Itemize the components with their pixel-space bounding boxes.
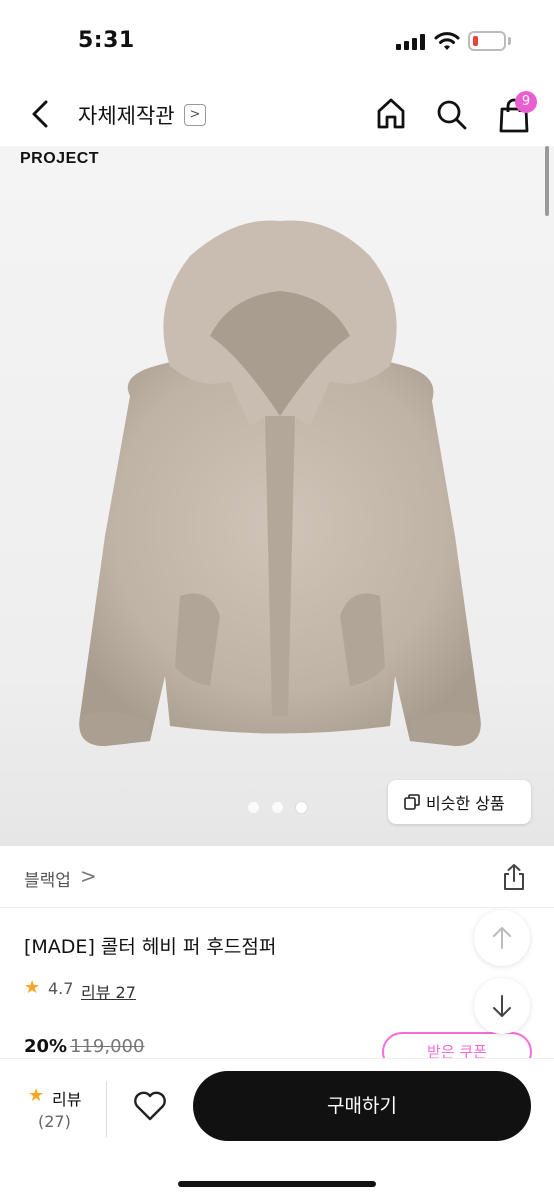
chevron-right-icon[interactable]: > <box>184 104 206 126</box>
copy-icon <box>404 794 420 810</box>
brand-name[interactable]: 블랙업 <box>24 866 71 891</box>
divider <box>106 1081 107 1137</box>
wifi-icon <box>434 32 460 50</box>
cart-count-badge: 9 <box>515 91 537 113</box>
search-icon[interactable] <box>434 96 468 132</box>
carousel-dot[interactable] <box>248 802 259 813</box>
scroll-to-top-button[interactable] <box>474 910 530 966</box>
similar-products-label: 비슷한 상품 <box>426 794 505 813</box>
battery-cap <box>508 37 511 45</box>
back-arrow-icon[interactable] <box>24 96 58 132</box>
carousel-dot[interactable] <box>272 802 283 813</box>
review-link[interactable]: 리뷰 27 <box>81 979 136 1003</box>
home-indicator <box>178 1181 376 1187</box>
product-title: [MADE] 콜터 헤비 퍼 후드점퍼 <box>24 936 277 958</box>
chevron-right-icon[interactable]: > <box>80 864 97 888</box>
arrow-up-icon <box>493 927 511 949</box>
original-price: 119,000 <box>70 1036 145 1057</box>
home-icon[interactable] <box>374 96 408 132</box>
share-icon[interactable] <box>500 862 528 892</box>
star-icon: ★ <box>24 977 41 998</box>
buy-button[interactable]: 구매하기 <box>193 1071 531 1141</box>
brand-row[interactable]: 블랙업 > <box>0 846 554 908</box>
carousel-pagination[interactable] <box>248 802 308 814</box>
bottom-action-bar: ★ 리뷰 (27) 구매하기 <box>0 1058 554 1200</box>
star-icon: ★ <box>28 1085 45 1106</box>
status-time: 5:31 <box>78 28 135 53</box>
product-image-carousel[interactable]: PROJECT 비슷한 상품 <box>0 146 554 846</box>
page-title[interactable]: 자체제작관 <box>78 100 175 130</box>
carousel-dot[interactable] <box>296 802 307 813</box>
review-count[interactable]: (27) <box>38 1112 71 1131</box>
battery-icon <box>468 31 506 51</box>
cellular-signal-icon <box>396 34 426 50</box>
arrow-down-icon <box>493 995 511 1017</box>
fur-hooded-jacket-image <box>79 220 481 746</box>
battery-level <box>473 36 478 46</box>
page-scrollbar[interactable] <box>545 146 549 216</box>
scroll-to-bottom-button[interactable] <box>474 978 530 1034</box>
similar-products-button[interactable]: 비슷한 상품 <box>388 780 531 824</box>
rating-value: 4.7 <box>48 979 74 998</box>
brand-wordmark: PROJECT <box>20 150 100 167</box>
heart-icon[interactable] <box>132 1089 168 1123</box>
review-label[interactable]: 리뷰 <box>52 1086 81 1110</box>
discount-rate: 20% <box>24 1036 68 1057</box>
